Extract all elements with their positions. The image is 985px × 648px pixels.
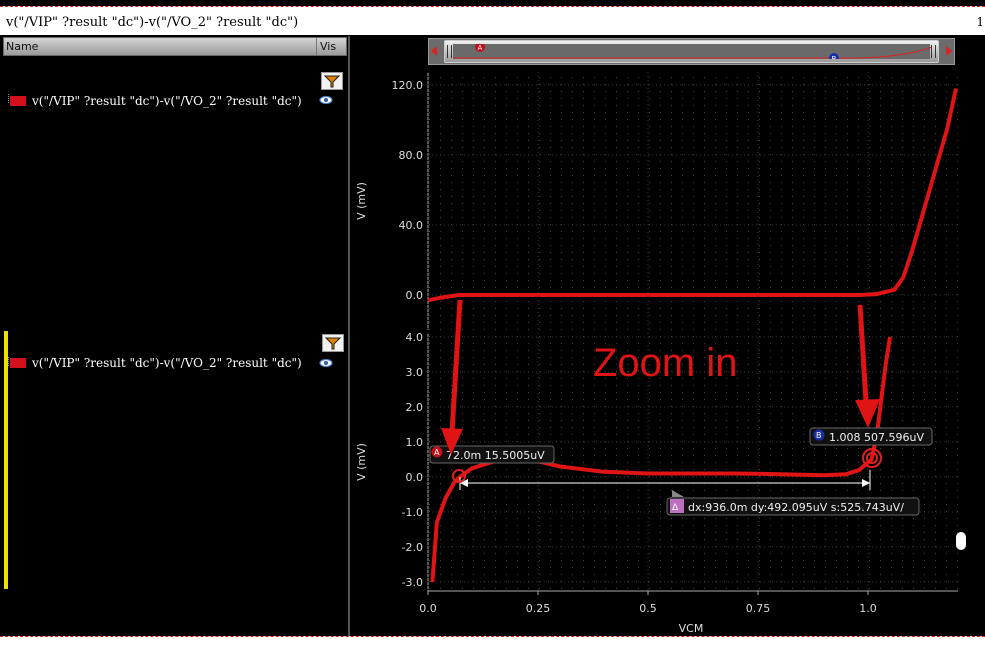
status-bar — [0, 636, 985, 648]
marker-b-label: 1.008 507.596uV — [829, 431, 924, 444]
marker-b-letter: B — [816, 431, 822, 440]
y-tick-label: 0.0 — [406, 289, 424, 302]
y-tick-label: 1.0 — [406, 436, 424, 449]
x-tick-label: 0.75 — [746, 602, 771, 615]
y-tick-label: 40.0 — [399, 219, 424, 232]
zoom-in-annotation: Zoom in — [593, 341, 738, 385]
delta-label: dx:936.0m dy:492.095uV s:525.743uV/ — [688, 501, 904, 514]
x-tick-label: 0.0 — [419, 602, 437, 615]
vertical-scroll-handle[interactable] — [956, 532, 966, 550]
y-tick-label: 0.0 — [406, 471, 424, 484]
delta-symbol: Δ — [672, 503, 679, 513]
bottom-strip-y-ticks: -3.0 -2.0 -1.0 0.0 1.0 2.0 3.0 4.0 — [402, 331, 423, 589]
bottom-y-axis-label: V (mV) — [355, 443, 368, 481]
y-tick-label: -1.0 — [402, 506, 423, 519]
y-tick-label: 4.0 — [406, 331, 424, 344]
y-tick-label: 80.0 — [399, 149, 424, 162]
marker-a-label: 72.0m 15.5005uV — [446, 449, 545, 462]
top-strip-y-ticks: 0.0 40.0 80.0 120.0 — [392, 79, 424, 302]
x-axis-label: VCM — [679, 622, 704, 635]
waveform-plot[interactable]: 0.0 40.0 80.0 120.0 V (mV) -3.0 -2.0 -1.0 0.0 1… — [0, 0, 985, 647]
x-tick-label: 0.25 — [526, 602, 551, 615]
y-tick-label: 120.0 — [392, 79, 424, 92]
y-tick-label: 2.0 — [406, 401, 424, 414]
y-tick-label: 3.0 — [406, 366, 424, 379]
y-tick-label: -2.0 — [402, 541, 423, 554]
top-strip-grid — [428, 72, 958, 330]
x-tick-label: 1.0 — [859, 602, 877, 615]
x-axis-ticks: 0.0 0.25 0.5 0.75 1.0 — [419, 591, 877, 615]
x-tick-label: 0.5 — [639, 602, 657, 615]
top-y-axis-label: V (mV) — [355, 182, 368, 220]
marker-a-letter: A — [434, 448, 440, 457]
y-tick-label: -3.0 — [402, 576, 423, 589]
